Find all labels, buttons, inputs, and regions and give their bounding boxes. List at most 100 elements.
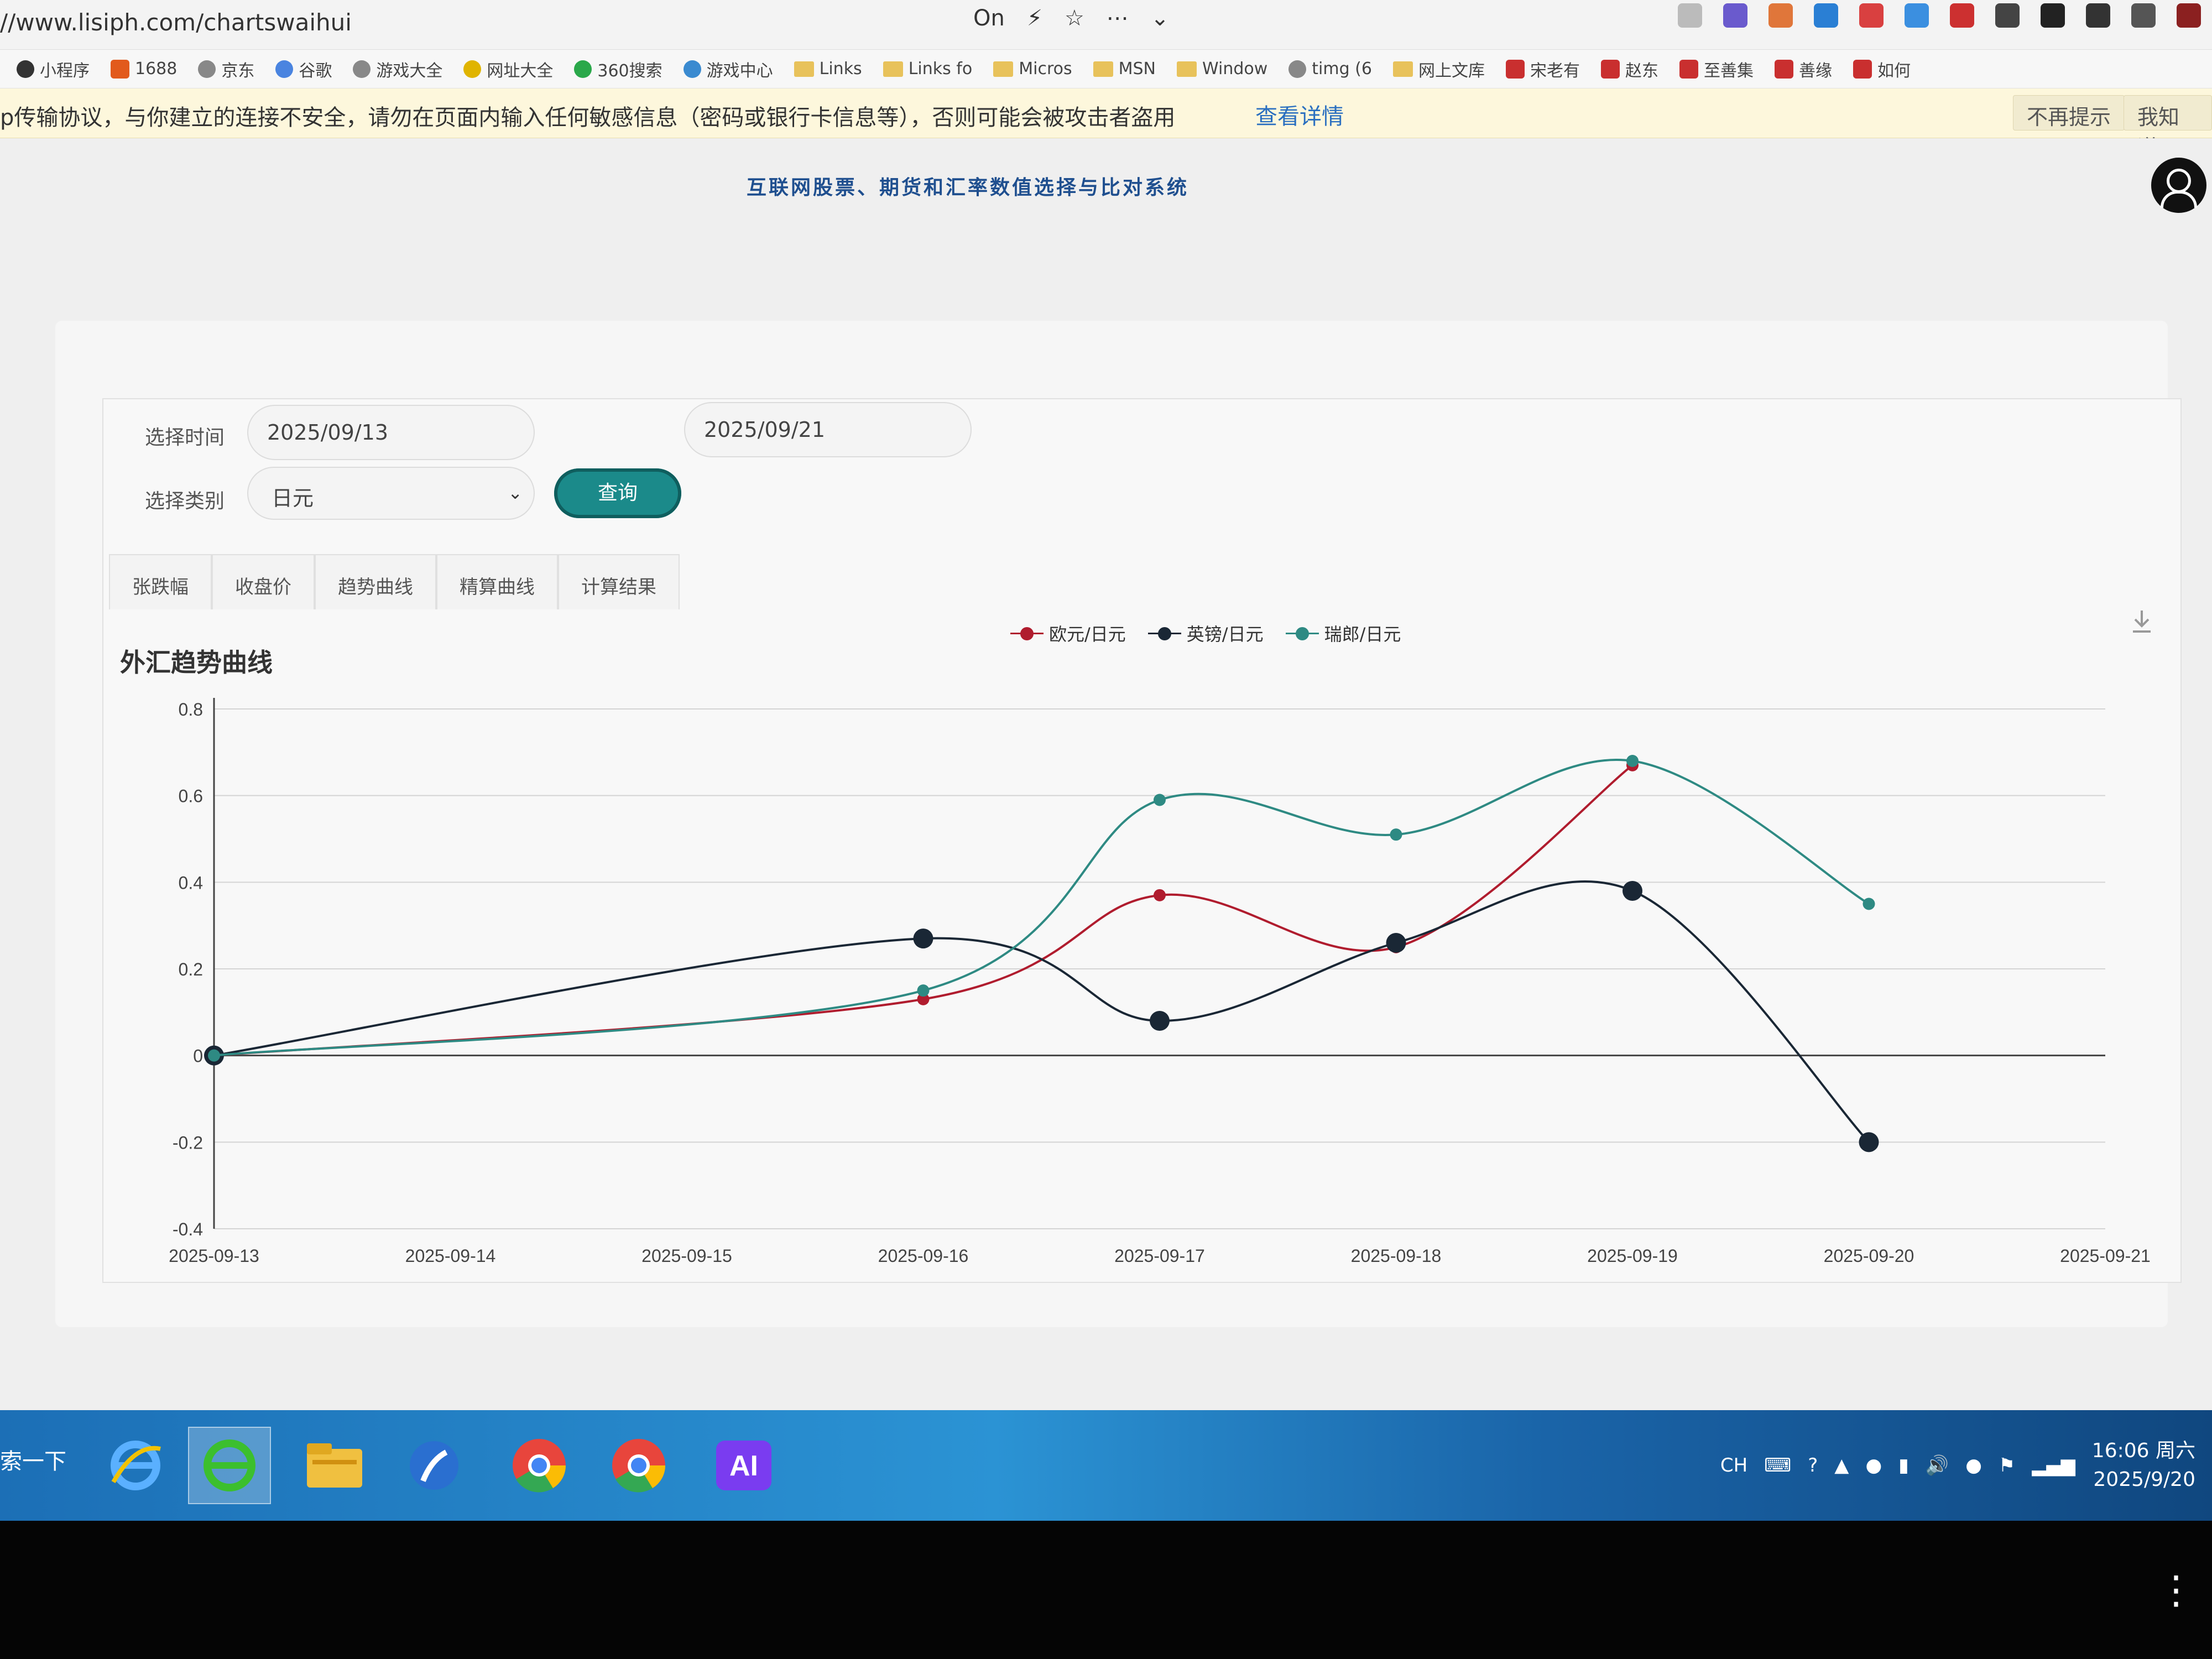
x-tick-label: 2025-09-13: [169, 1246, 259, 1266]
bookmark-item[interactable]: timg (6: [1288, 59, 1372, 79]
extension-icon[interactable]: [1859, 3, 1884, 28]
data-point: [1386, 933, 1406, 953]
y-tick-label: -0.4: [173, 1219, 203, 1239]
clock-time: 16:06 周六: [2091, 1439, 2195, 1462]
on-toggle-icon[interactable]: On: [973, 6, 1005, 31]
more-options-icon[interactable]: ⋮: [2157, 1571, 2195, 1609]
language-indicator[interactable]: CH: [1720, 1454, 1747, 1477]
bookmark-item[interactable]: Micros: [993, 59, 1072, 79]
bag-icon[interactable]: [2177, 3, 2201, 28]
bookmark-item[interactable]: 善缘: [1774, 57, 1832, 81]
bookmark-icon: [463, 60, 482, 78]
taskbar: 索一下 AI CH ⌨ ? ▲ ● ▮ 🔊 ● ⚑ ▂▄▆ 16:06 周六 2…: [0, 1410, 2212, 1521]
bookmark-item[interactable]: 360搜索: [574, 57, 662, 81]
scissors-icon[interactable]: [1678, 3, 1702, 28]
x-tick-label: 2025-09-16: [878, 1246, 969, 1266]
svg-text:AI: AI: [729, 1450, 758, 1482]
more-icon[interactable]: ⋯: [1107, 6, 1129, 31]
understood-button[interactable]: 我知道了: [2124, 95, 2212, 160]
bookmark-item[interactable]: Links: [794, 59, 862, 79]
file-explorer-icon[interactable]: [293, 1427, 376, 1504]
y-tick-label: 0: [193, 1046, 203, 1066]
bookmark-item[interactable]: MSN: [1093, 59, 1156, 79]
bookmarks-bar: 小程序 1688 京东 谷歌 游戏大全 网址大全 360搜索 游戏中心 Link…: [0, 50, 2212, 88]
user-avatar-icon[interactable]: [2151, 158, 2206, 213]
data-point: [1150, 1011, 1170, 1031]
bookmark-item[interactable]: 游戏大全: [353, 57, 442, 81]
data-point: [208, 1049, 220, 1062]
bookmark-item[interactable]: 赵东: [1600, 57, 1658, 81]
security-shield-icon[interactable]: ●: [1865, 1454, 1882, 1477]
bookmark-item[interactable]: 宋老有: [1505, 57, 1580, 81]
y-tick-label: 0.6: [179, 786, 203, 806]
network-status-icon[interactable]: ●: [1965, 1454, 1982, 1477]
chrome-icon[interactable]: [498, 1427, 581, 1504]
globe-icon: [198, 60, 216, 78]
bookmark-item[interactable]: 如何: [1853, 57, 1911, 81]
bookmark-item[interactable]: 游戏中心: [683, 57, 773, 81]
window-icon[interactable]: [1995, 3, 2020, 28]
clock-date: 2025/9/20: [2093, 1468, 2195, 1491]
flag-icon[interactable]: ⚑: [1999, 1454, 2015, 1477]
bookmark-item[interactable]: 小程序: [17, 57, 90, 81]
view-details-link[interactable]: 查看详情: [1255, 98, 1344, 131]
data-point: [1626, 755, 1639, 767]
signal-icon[interactable]: ▂▄▆: [2032, 1454, 2075, 1477]
bookmark-icon: [1774, 59, 1793, 79]
bookmark-icon: [1505, 59, 1525, 79]
trend-chart: -0.4 -0.2 0 0.2 0.4 0.6 0.8 2025-09-13 2025-09-1…: [169, 698, 2151, 1266]
bookmark-item[interactable]: 网上文库: [1392, 57, 1485, 81]
browser-e-icon[interactable]: [188, 1427, 271, 1504]
ai-app-icon[interactable]: AI: [702, 1427, 785, 1504]
keyboard-icon[interactable]: ⌨: [1764, 1454, 1791, 1477]
chevron-down-icon[interactable]: ⌄: [1151, 6, 1170, 31]
extension-icons: [1678, 3, 2201, 28]
battery-icon[interactable]: ▮: [1898, 1454, 1909, 1477]
help-icon[interactable]: ?: [1808, 1454, 1818, 1477]
x-tick-label: 2025-09-18: [1351, 1246, 1442, 1266]
bookmark-icon: [683, 60, 701, 78]
mail-icon[interactable]: [1905, 3, 1929, 28]
bolt-icon[interactable]: ⚡: [1027, 6, 1042, 31]
volume-icon[interactable]: 🔊: [1926, 1454, 1949, 1477]
bookmark-item[interactable]: Links fo: [883, 59, 972, 79]
folder-icon: [1392, 61, 1413, 77]
folder-icon: [794, 61, 814, 77]
extension-icon[interactable]: [1768, 3, 1793, 28]
bookmark-item[interactable]: 1688: [111, 59, 177, 79]
bookmark-icon: [1679, 59, 1698, 79]
clock[interactable]: 16:06 周六 2025/9/20: [2092, 1437, 2195, 1494]
series-line: [213, 759, 1870, 1057]
bookmark-item[interactable]: 网址大全: [463, 57, 553, 81]
extension-icon[interactable]: [1814, 3, 1838, 28]
page-content: 互联网股票、期货和汇率数值选择与比对系统 选择时间 2025/09/13 至 2…: [0, 138, 2212, 1410]
extension-icon[interactable]: [1723, 3, 1747, 28]
star-icon[interactable]: ☆: [1065, 6, 1084, 31]
bookmark-item[interactable]: 谷歌: [275, 57, 332, 81]
chrome-icon[interactable]: [597, 1427, 680, 1504]
bookmark-item[interactable]: 京东: [198, 57, 254, 81]
undo-icon[interactable]: [2131, 3, 2156, 28]
x-tick-label: 2025-09-14: [405, 1246, 496, 1266]
chevron-up-icon[interactable]: ▲: [1834, 1454, 1849, 1477]
puzzle-icon[interactable]: [2041, 3, 2065, 28]
extension-icon[interactable]: [1950, 3, 1974, 28]
y-tick-label: 0.4: [179, 873, 203, 893]
taskbar-search[interactable]: 索一下: [0, 1443, 66, 1475]
folder-icon: [993, 61, 1014, 77]
url-field[interactable]: //www.lisiph.com/chartswaihui: [0, 9, 352, 36]
data-point: [917, 984, 930, 997]
y-tick-label: 0.2: [179, 959, 203, 979]
ie-icon[interactable]: [94, 1427, 177, 1504]
y-tick-label: 0.8: [179, 700, 203, 719]
data-point: [1863, 898, 1875, 910]
flash-icon[interactable]: [393, 1427, 476, 1504]
bookmark-icon: [111, 59, 129, 79]
browser-tool-icons: On ⚡ ☆ ⋯ ⌄: [973, 6, 1169, 31]
bookmark-item[interactable]: Window: [1176, 59, 1267, 79]
x-tick-label: 2025-09-20: [1824, 1246, 1914, 1266]
bookmark-item[interactable]: 至善集: [1679, 57, 1754, 81]
bookmark-icon: [574, 60, 592, 78]
download-icon[interactable]: [2086, 3, 2110, 28]
no-remind-button[interactable]: 不再提示: [2013, 95, 2125, 131]
